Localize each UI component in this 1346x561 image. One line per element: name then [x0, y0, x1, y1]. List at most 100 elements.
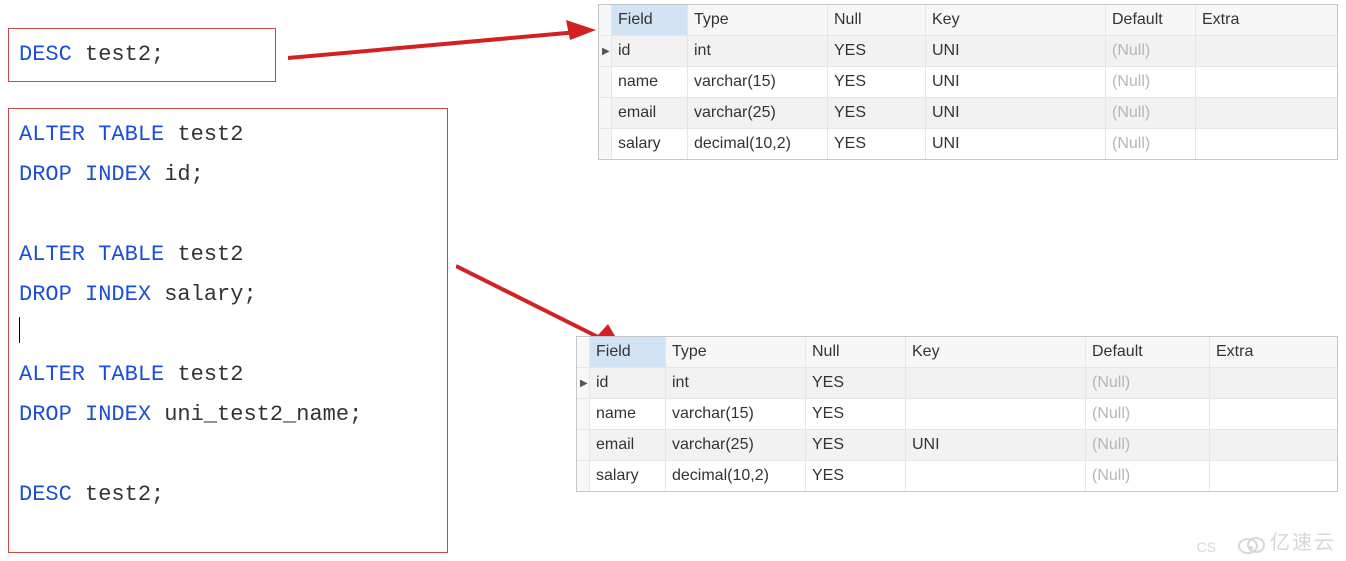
ident: test2 [177, 242, 243, 267]
text-cursor [19, 317, 20, 343]
cell-field: id [590, 368, 666, 399]
keyword-alter: ALTER [19, 242, 85, 267]
col-header-null[interactable]: Null [806, 337, 906, 368]
cell-extra [1196, 67, 1338, 98]
col-header-key[interactable]: Key [926, 5, 1106, 36]
cell-key: UNI [926, 36, 1106, 67]
sql-snippet-alter-block: ALTER TABLE test2 DROP INDEX id; ALTER T… [8, 108, 448, 553]
keyword-index: INDEX [85, 282, 151, 307]
cell-default: (Null) [1106, 36, 1196, 67]
row-marker [577, 461, 590, 492]
cell-key: UNI [926, 98, 1106, 129]
row-marker-current: ▶ [577, 368, 590, 399]
cell-type: varchar(25) [666, 430, 806, 461]
cell-default: (Null) [1086, 368, 1210, 399]
cell-null: YES [806, 399, 906, 430]
cell-default: (Null) [1086, 399, 1210, 430]
cell-field: name [612, 67, 688, 98]
keyword-table: TABLE [98, 122, 164, 147]
col-header-extra[interactable]: Extra [1210, 337, 1338, 368]
col-header-extra[interactable]: Extra [1196, 5, 1338, 36]
keyword-drop: DROP [19, 282, 72, 307]
cell-key [906, 399, 1086, 430]
ident: test2; [85, 482, 164, 507]
keyword-alter: ALTER [19, 122, 85, 147]
cell-null: YES [806, 430, 906, 461]
cell-extra [1196, 98, 1338, 129]
keyword-alter: ALTER [19, 362, 85, 387]
cell-extra [1210, 430, 1338, 461]
cell-extra [1196, 36, 1338, 67]
cell-null: YES [828, 36, 926, 67]
table-row[interactable]: ▶ id int YES (Null) [577, 368, 1337, 399]
col-header-default[interactable]: Default [1086, 337, 1210, 368]
row-marker [599, 98, 612, 129]
ident-test2: test2; [85, 42, 164, 67]
keyword-table: TABLE [98, 242, 164, 267]
keyword-index: INDEX [85, 402, 151, 427]
row-marker-current: ▶ [599, 36, 612, 67]
result-table-before: Field Type Null Key Default Extra ▶ id i… [598, 4, 1338, 160]
cell-default: (Null) [1106, 129, 1196, 160]
cell-type: varchar(25) [688, 98, 828, 129]
col-header-type[interactable]: Type [666, 337, 806, 368]
row-marker [599, 129, 612, 160]
cell-default: (Null) [1086, 461, 1210, 492]
col-header-default[interactable]: Default [1106, 5, 1196, 36]
cell-key [906, 461, 1086, 492]
table-row[interactable]: salary decimal(10,2) YES UNI (Null) [599, 129, 1337, 160]
cell-null: YES [828, 67, 926, 98]
cell-null: YES [828, 98, 926, 129]
col-header-null[interactable]: Null [828, 5, 926, 36]
cell-type: varchar(15) [666, 399, 806, 430]
cell-null: YES [806, 461, 906, 492]
cell-type: varchar(15) [688, 67, 828, 98]
col-header-field[interactable]: Field [612, 5, 688, 36]
sql-snippet-desc1: DESC test2; [8, 28, 276, 82]
row-marker [577, 399, 590, 430]
row-marker [577, 430, 590, 461]
cell-key [906, 368, 1086, 399]
keyword-index: INDEX [85, 162, 151, 187]
cell-extra [1210, 368, 1338, 399]
cell-field: name [590, 399, 666, 430]
col-header-field[interactable]: Field [590, 337, 666, 368]
cell-type: int [688, 36, 828, 67]
cell-field: id [612, 36, 688, 67]
cell-extra [1210, 461, 1338, 492]
col-header-key[interactable]: Key [906, 337, 1086, 368]
cell-type: decimal(10,2) [666, 461, 806, 492]
cell-field: salary [612, 129, 688, 160]
table-grid: Field Type Null Key Default Extra ▶ id i… [577, 337, 1337, 491]
cell-null: YES [828, 129, 926, 160]
brand-watermark: 亿速云 [1236, 526, 1336, 555]
keyword-drop: DROP [19, 162, 72, 187]
col-header-type[interactable]: Type [688, 5, 828, 36]
row-marker-header [577, 337, 590, 368]
cloud-icon [1236, 534, 1266, 554]
cell-key: UNI [926, 67, 1106, 98]
table-row[interactable]: email varchar(25) YES UNI (Null) [577, 430, 1337, 461]
table-row[interactable]: ▶ id int YES UNI (Null) [599, 36, 1337, 67]
cs-watermark: CS [1197, 539, 1216, 555]
table-row[interactable]: name varchar(15) YES UNI (Null) [599, 67, 1337, 98]
cell-default: (Null) [1106, 67, 1196, 98]
keyword-table: TABLE [98, 362, 164, 387]
cell-key: UNI [906, 430, 1086, 461]
cell-extra [1210, 399, 1338, 430]
keyword-drop: DROP [19, 402, 72, 427]
cell-field: email [612, 98, 688, 129]
cell-type: int [666, 368, 806, 399]
cell-extra [1196, 129, 1338, 160]
cell-default: (Null) [1106, 98, 1196, 129]
brand-text: 亿速云 [1270, 532, 1336, 554]
keyword-desc: DESC [19, 42, 72, 67]
cell-field: salary [590, 461, 666, 492]
table-row[interactable]: salary decimal(10,2) YES (Null) [577, 461, 1337, 492]
ident: uni_test2_name; [164, 402, 362, 427]
table-row[interactable]: email varchar(25) YES UNI (Null) [599, 98, 1337, 129]
table-row[interactable]: name varchar(15) YES (Null) [577, 399, 1337, 430]
table-header-row: Field Type Null Key Default Extra [577, 337, 1337, 368]
keyword-desc: DESC [19, 482, 72, 507]
table-grid: Field Type Null Key Default Extra ▶ id i… [599, 5, 1337, 159]
